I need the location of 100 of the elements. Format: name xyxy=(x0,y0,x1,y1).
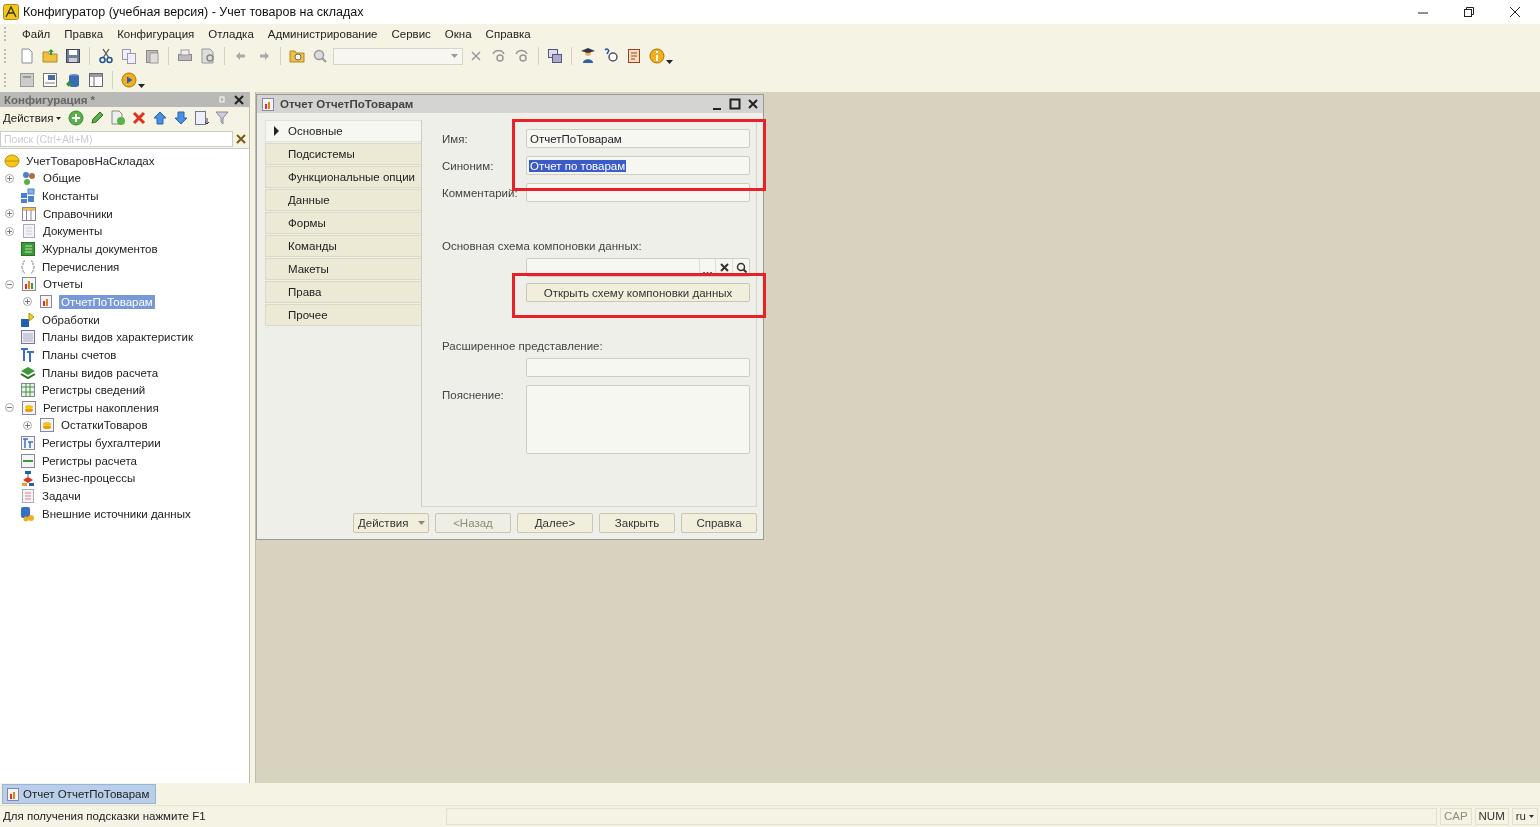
tree-item[interactable]: ОстаткиТоваров xyxy=(59,418,150,433)
tree-item[interactable]: Регистры расчета xyxy=(40,453,139,468)
window-icon[interactable] xyxy=(42,72,58,88)
pencil-icon[interactable] xyxy=(89,110,106,126)
input-field[interactable]: ОтчетПоТоварам xyxy=(526,129,750,148)
print-icon[interactable] xyxy=(177,48,193,64)
language-selector[interactable]: ru xyxy=(1511,807,1538,825)
panel-icon[interactable] xyxy=(88,72,104,88)
dialog-button[interactable]: Закрыть xyxy=(599,513,675,533)
copy-icon[interactable] xyxy=(121,48,137,64)
select-button[interactable] xyxy=(699,259,715,276)
tree-item[interactable]: Журналы документов xyxy=(40,242,160,256)
open-folder-icon[interactable] xyxy=(42,48,58,64)
expand-toggle[interactable] xyxy=(5,226,14,236)
caret-icon[interactable] xyxy=(666,60,673,64)
section-tab[interactable]: Основные xyxy=(265,120,421,142)
cut-icon[interactable] xyxy=(98,48,114,64)
expand-toggle[interactable] xyxy=(5,173,14,183)
tree-item[interactable]: Перечисления xyxy=(40,259,122,274)
menu-item[interactable]: Справка xyxy=(477,28,537,40)
input-field[interactable] xyxy=(526,358,750,377)
menu-item[interactable]: Администрирование xyxy=(259,28,384,40)
expand-toggle[interactable] xyxy=(23,420,32,430)
folder-search-icon[interactable] xyxy=(289,48,305,64)
section-tab[interactable]: Прочее xyxy=(265,304,421,326)
move-up-icon[interactable] xyxy=(152,110,169,126)
tree-item[interactable]: Планы видов расчета xyxy=(40,365,161,380)
tree-item[interactable]: Константы xyxy=(40,189,101,204)
restore-icon[interactable] xyxy=(1462,5,1476,19)
sphere-icon xyxy=(4,152,20,169)
close-icon[interactable] xyxy=(1508,5,1522,19)
close-icon[interactable] xyxy=(747,98,759,110)
form-icon[interactable] xyxy=(19,72,35,88)
add-copy-icon[interactable] xyxy=(110,110,127,126)
field-label: Основная схема компоновки данных: xyxy=(442,240,642,252)
search-button[interactable] xyxy=(732,259,749,276)
tree-item[interactable]: Регистры накопления xyxy=(41,400,161,415)
section-tab[interactable]: Формы xyxy=(265,212,421,234)
tree-item[interactable]: Планы видов характеристик xyxy=(40,330,195,345)
clear-search-button[interactable] xyxy=(233,132,249,145)
section-tab[interactable]: Макеты xyxy=(265,258,421,280)
dropdown-arrow-icon[interactable] xyxy=(451,54,458,58)
section-tab[interactable]: Данные xyxy=(265,189,421,211)
tree-item[interactable]: Обработки xyxy=(40,312,102,327)
help-search-icon[interactable] xyxy=(603,48,619,64)
paste-icon[interactable] xyxy=(144,48,160,64)
sort-icon[interactable] xyxy=(194,110,211,126)
menu-item[interactable]: Конфигурация xyxy=(109,28,201,40)
letters-icon xyxy=(20,346,36,363)
expand-toggle[interactable] xyxy=(5,209,14,219)
tree-item[interactable]: Регистры бухгалтерии xyxy=(40,436,163,451)
section-tab[interactable]: Подсистемы xyxy=(265,143,421,165)
move-down-icon[interactable] xyxy=(173,110,190,126)
dialog-button[interactable]: Справка xyxy=(681,513,757,533)
find-next-icon[interactable] xyxy=(491,48,507,64)
menu-item[interactable]: Отладка xyxy=(200,28,260,40)
expand-toggle[interactable] xyxy=(23,297,32,307)
user-icon[interactable] xyxy=(580,48,596,64)
tree-item[interactable]: Документы xyxy=(41,224,105,239)
maximize-icon[interactable] xyxy=(729,98,741,110)
open-schema-button[interactable]: Открыть схему компоновки данных xyxy=(526,283,750,302)
caret-icon[interactable] xyxy=(138,84,145,88)
tree-item[interactable]: Внешние источники данных xyxy=(40,506,193,521)
tree-item[interactable]: Задачи xyxy=(40,489,83,503)
dialog-button[interactable]: Далее> xyxy=(517,513,593,533)
menu-item[interactable]: Сервис xyxy=(383,28,437,40)
actions-menu-button[interactable]: Действия xyxy=(353,513,429,533)
actions-menu-button[interactable]: Действия xyxy=(3,112,62,124)
windows-icon[interactable] xyxy=(547,48,563,64)
find-previous-icon[interactable] xyxy=(514,48,530,64)
search-icon xyxy=(735,262,747,273)
tree-item[interactable]: Регистры сведений xyxy=(40,383,148,398)
input-field[interactable]: Отчет по товарам xyxy=(526,156,750,175)
section-tab[interactable]: Функциональные опции xyxy=(265,166,421,188)
window-tab[interactable]: Отчет ОтчетПоТоварам xyxy=(2,784,157,804)
add-icon[interactable] xyxy=(68,110,85,126)
clear-button[interactable] xyxy=(715,259,732,276)
delete-icon[interactable] xyxy=(131,110,148,126)
section-tab[interactable]: Команды xyxy=(265,235,421,257)
save-icon[interactable] xyxy=(65,48,81,64)
database-icon[interactable] xyxy=(65,72,81,88)
tree-item[interactable]: Бизнес-процессы xyxy=(40,471,138,486)
print-preview-icon[interactable] xyxy=(200,48,216,64)
section-tab[interactable]: Права xyxy=(265,281,421,303)
close-icon[interactable] xyxy=(233,93,245,106)
chart-icon xyxy=(39,293,55,310)
tree-item[interactable]: Отчеты xyxy=(41,277,85,292)
menu-item[interactable]: Правка xyxy=(56,28,110,40)
search-combo-field[interactable] xyxy=(333,47,463,65)
register-icon xyxy=(20,452,36,469)
tree-item[interactable]: Общие xyxy=(41,171,83,186)
menu-item[interactable]: Файл xyxy=(14,28,57,40)
menu-item[interactable]: Окна xyxy=(436,28,478,40)
register-icon xyxy=(20,435,36,452)
play-icon[interactable] xyxy=(121,72,137,88)
search-icon[interactable] xyxy=(312,48,328,64)
tree-item[interactable]: УчетТоваровНаСкладах xyxy=(24,153,157,168)
tree-item[interactable]: Справочники xyxy=(41,206,115,221)
tree-item[interactable]: Планы счетов xyxy=(40,347,119,362)
book-icon[interactable] xyxy=(626,48,642,64)
